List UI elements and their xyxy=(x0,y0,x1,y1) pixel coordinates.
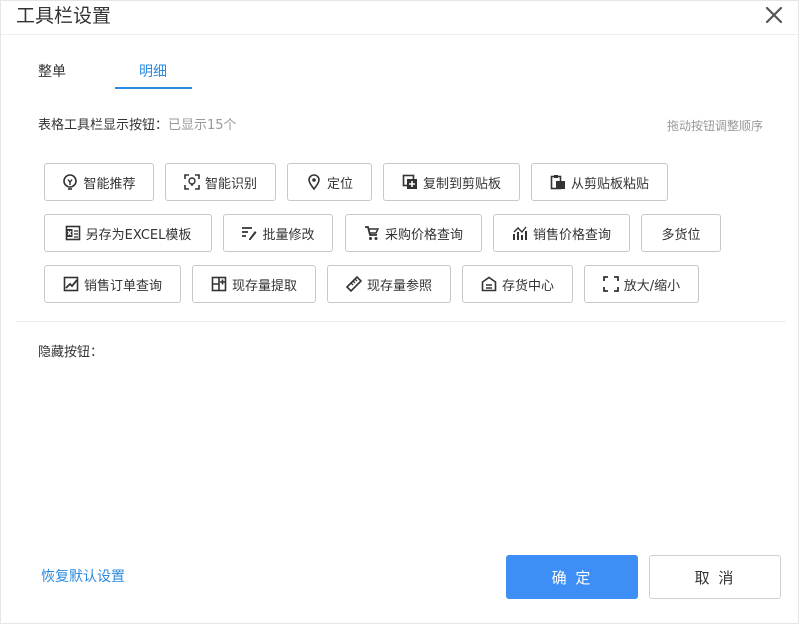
button-label: 销售订单查询 xyxy=(83,278,162,294)
expand-icon xyxy=(602,276,619,292)
hidden-buttons-label: 隐藏按钮： xyxy=(38,345,104,360)
drag-hint: 拖动按钮调整顺序 xyxy=(666,119,763,133)
button-label: 放大/缩小 xyxy=(623,278,681,294)
paste-from-clipboard-button[interactable]: 从剪贴板粘贴 xyxy=(531,163,668,201)
lightbulb-icon xyxy=(62,174,78,190)
button-label: 存货中心 xyxy=(501,278,554,294)
stock-reference-button[interactable]: 现存量参照 xyxy=(327,265,451,303)
copy-icon xyxy=(402,174,418,190)
toolbar-settings-dialog: 工具栏设置 整单 明细 表格工具栏显示按钮：已显示15个 拖动按钮调整顺序 智能… xyxy=(0,0,799,624)
stock-extract-button[interactable]: 现存量提取 xyxy=(192,265,316,303)
cancel-button[interactable]: 取 消 xyxy=(649,555,781,599)
trend-icon xyxy=(512,225,528,241)
button-label: 另存为EXCEL模板 xyxy=(85,227,192,243)
button-label: 定位 xyxy=(326,176,353,192)
restore-defaults-link[interactable]: 恢复默认设置 xyxy=(41,567,125,587)
smart-recommend-button[interactable]: 智能推荐 xyxy=(44,163,154,201)
button-label: 现存量提取 xyxy=(231,278,297,294)
copy-to-clipboard-button[interactable]: 复制到剪贴板 xyxy=(383,163,520,201)
scan-icon xyxy=(184,174,200,190)
visible-buttons-label: 表格工具栏显示按钮：已显示15个 xyxy=(38,117,237,135)
smart-recognize-button[interactable]: 智能识别 xyxy=(165,163,276,201)
tab-details[interactable]: 明细 xyxy=(139,63,167,81)
paste-icon xyxy=(550,174,566,190)
batch-edit-icon xyxy=(241,225,257,241)
multi-location-button[interactable]: 多货位 xyxy=(641,214,721,252)
chart-line-icon xyxy=(63,276,79,292)
button-label: 销售价格查询 xyxy=(532,227,611,243)
active-tab-indicator xyxy=(115,87,192,89)
close-button[interactable] xyxy=(762,3,786,27)
warehouse-icon xyxy=(481,276,497,292)
dialog-title: 工具栏设置 xyxy=(16,5,112,27)
batch-edit-button[interactable]: 批量修改 xyxy=(223,214,333,252)
zoom-button[interactable]: 放大/缩小 xyxy=(584,265,699,303)
button-label: 采购价格查询 xyxy=(384,227,463,243)
section-divider xyxy=(16,321,786,322)
locate-button[interactable]: 定位 xyxy=(287,163,372,201)
sales-order-query-button[interactable]: 销售订单查询 xyxy=(44,265,181,303)
tab-bar: 整单 明细 xyxy=(1,53,799,89)
save-as-excel-template-button[interactable]: 另存为EXCEL模板 xyxy=(44,214,212,252)
button-label: 从剪贴板粘贴 xyxy=(570,176,649,192)
sales-price-query-button[interactable]: 销售价格查询 xyxy=(493,214,630,252)
location-pin-icon xyxy=(306,174,322,190)
tab-whole-order[interactable]: 整单 xyxy=(38,63,66,81)
ruler-icon xyxy=(345,276,362,292)
excel-icon xyxy=(65,225,81,241)
button-label: 智能识别 xyxy=(204,176,257,192)
cart-icon xyxy=(364,225,380,241)
close-icon xyxy=(762,3,786,27)
button-label: 批量修改 xyxy=(262,227,315,243)
grid-plus-icon xyxy=(211,276,227,292)
button-label: 多货位 xyxy=(661,227,701,243)
purchase-price-query-button[interactable]: 采购价格查询 xyxy=(345,214,482,252)
inventory-center-button[interactable]: 存货中心 xyxy=(462,265,573,303)
confirm-button[interactable]: 确 定 xyxy=(506,555,638,599)
visible-count: 已显示15个 xyxy=(168,118,237,133)
button-label: 现存量参照 xyxy=(366,278,432,294)
dialog-header: 工具栏设置 xyxy=(1,1,799,35)
button-label: 复制到剪贴板 xyxy=(422,176,501,192)
visible-buttons-title: 表格工具栏显示按钮： xyxy=(38,118,169,133)
button-label: 智能推荐 xyxy=(83,176,136,192)
